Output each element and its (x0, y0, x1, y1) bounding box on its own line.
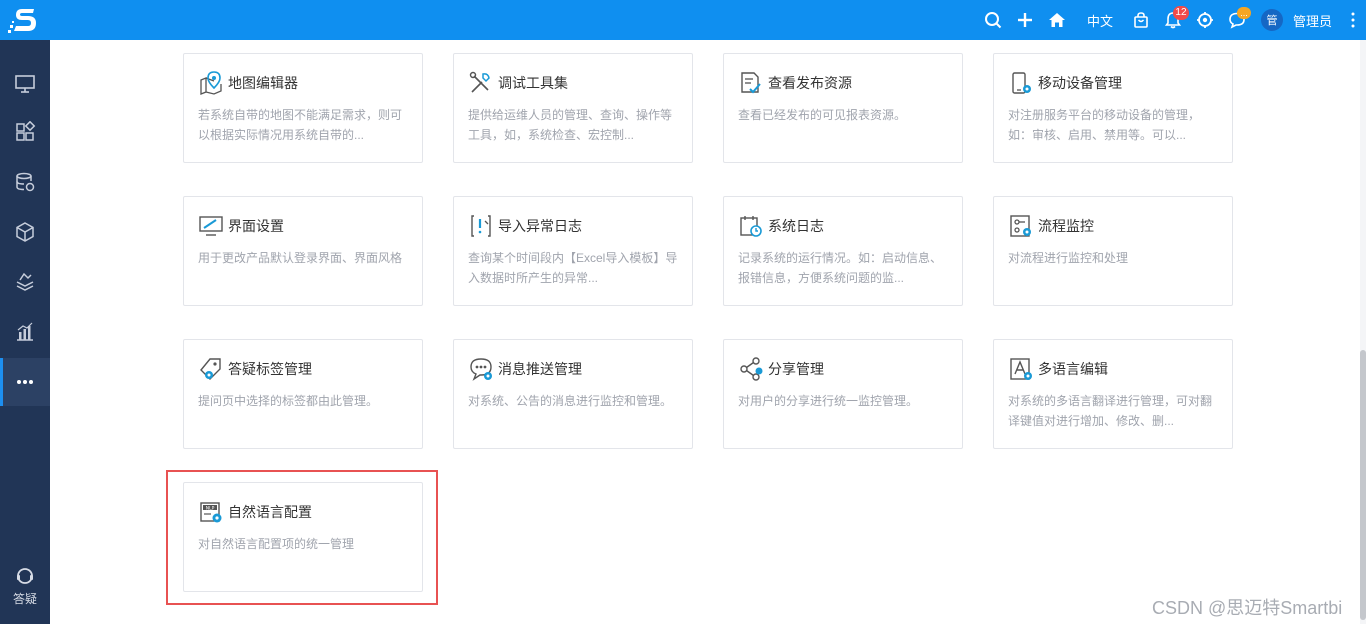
card-share[interactable]: 分享管理 对用户的分享进行统一监控管理。 (723, 339, 963, 449)
more-menu-button[interactable] (1340, 0, 1366, 40)
notification-badge: 12 (1172, 6, 1189, 20)
card-description: 提问页中选择的标签都由此管理。 (198, 394, 379, 408)
card-title: 答疑标签管理 (228, 361, 312, 377)
sidebar-item-analysis[interactable] (0, 258, 50, 306)
card-description: 对系统的多语言翻译进行管理，可对翻译键值对进行增加、修改、删... (1008, 394, 1213, 428)
layers-icon (16, 272, 34, 291)
more-icon (17, 380, 33, 384)
published-resources-icon (741, 72, 761, 94)
search-button[interactable] (977, 0, 1009, 40)
mobile-device-icon (1012, 72, 1031, 94)
help-button[interactable]: 答疑 (0, 566, 50, 607)
map-editor-icon (200, 71, 222, 95)
watermark: CSDN @思迈特Smartbi (1152, 598, 1343, 618)
card-title: 调试工具集 (498, 75, 568, 91)
app-logo[interactable] (0, 0, 50, 40)
home-button[interactable] (1041, 0, 1073, 40)
message-badge: ... (1236, 7, 1251, 19)
username[interactable]: 管理员 (1283, 11, 1340, 30)
vertical-dots-icon (1351, 12, 1355, 28)
card-description: 记录系统的运行情况。如：启动信息、报错信息，方便系统问题的监... (738, 251, 943, 285)
avatar-text: 管 (1266, 15, 1278, 27)
qa-tag-icon (200, 358, 221, 380)
card-system-log[interactable]: 系统日志 记录系统的运行情况。如：启动信息、报错信息，方便系统问题的监... (723, 196, 963, 306)
share-icon (740, 357, 763, 381)
card-title: 多语言编辑 (1038, 361, 1108, 377)
shop-button[interactable] (1125, 0, 1157, 40)
card-title: 移动设备管理 (1038, 75, 1122, 91)
card-process-monitor[interactable]: 流程监控 对流程进行监控和处理 (993, 196, 1233, 306)
cube-icon (16, 222, 34, 242)
card-map-editor[interactable]: 地图编辑器 若系统自带的地图不能满足需求，则可以根据实际情况用系统自带的... (183, 53, 423, 163)
sidebar-item-modules[interactable] (0, 108, 50, 156)
highlight-box (166, 470, 438, 605)
card-description: 查看已经发布的可见报表资源。 (738, 108, 907, 122)
modules-icon (16, 121, 36, 141)
card-description: 对系统、公告的消息进行监控和管理。 (468, 394, 673, 408)
card-mobile-device[interactable]: 移动设备管理 对注册服务平台的移动设备的管理，如：审核、启用、禁用等。可以... (993, 53, 1233, 163)
card-title: 分享管理 (768, 361, 824, 377)
card-title: 地图编辑器 (228, 75, 298, 91)
home-icon (1048, 13, 1065, 27)
card-import-error-log[interactable]: 导入异常日志 查询某个时间段内【Excel导入模板】导入数据时所产生的异常... (453, 196, 693, 306)
sidebar-item-reports[interactable] (0, 308, 50, 356)
bar-chart-icon (17, 322, 33, 341)
settings-button[interactable] (1189, 0, 1221, 40)
sidebar-item-more[interactable] (0, 358, 50, 406)
language-label: 中文 (1086, 13, 1113, 29)
card-title: 消息推送管理 (498, 361, 582, 377)
card-description: 对用户的分享进行统一监控管理。 (738, 394, 919, 408)
help-headset-icon (17, 568, 33, 584)
multilang-icon (1010, 358, 1032, 380)
card-title: 系统日志 (768, 218, 824, 234)
import-error-log-icon (471, 215, 491, 237)
smartbi-logo-icon (8, 9, 36, 33)
message-push-icon (470, 358, 492, 381)
card-multilang[interactable]: 多语言编辑 对系统的多语言翻译进行管理，可对翻译键值对进行增加、修改、删... (993, 339, 1233, 449)
card-description: 若系统自带的地图不能满足需求，则可以根据实际情况用系统自带的... (198, 108, 403, 142)
messages-button[interactable]: ... (1221, 0, 1253, 40)
plus-icon (1017, 13, 1032, 27)
scrollbar-thumb[interactable] (1360, 350, 1366, 620)
sidebar: 答疑 (0, 40, 50, 624)
card-description: 对注册服务平台的移动设备的管理，如：审核、启用、禁用等。可以... (1008, 108, 1201, 142)
card-title: 导入异常日志 (498, 218, 582, 234)
shopping-bag-icon (1134, 12, 1148, 28)
top-bar: 中文 12 ... 管 管理员 (0, 0, 1366, 40)
language-switch[interactable]: 中文 (1073, 0, 1125, 40)
help-label: 答疑 (12, 592, 37, 606)
interface-settings-icon (199, 216, 223, 236)
sidebar-item-monitor[interactable] (0, 60, 50, 108)
card-description: 用于更改产品默认登录界面、界面风格 (198, 251, 403, 265)
sidebar-item-resources[interactable] (0, 208, 50, 256)
avatar[interactable]: 管 (1260, 9, 1283, 31)
card-title: 查看发布资源 (768, 75, 852, 91)
process-monitor-icon (1010, 215, 1031, 237)
sidebar-item-data[interactable] (0, 158, 50, 206)
monitor-icon (15, 75, 35, 93)
card-description: 对流程进行监控和处理 (1008, 251, 1129, 265)
card-title: 流程监控 (1038, 218, 1094, 234)
card-debug-tools[interactable]: 调试工具集 提供给运维人员的管理、查询、操作等工具，如，系统检查、宏控制... (453, 53, 693, 163)
card-description: 查询某个时间段内【Excel导入模板】导入数据时所产生的异常... (468, 251, 678, 285)
notifications-button[interactable]: 12 (1157, 0, 1189, 40)
database-settings-icon (16, 172, 35, 192)
gear-icon (1196, 12, 1213, 28)
search-icon (984, 12, 1002, 29)
card-description: 提供给运维人员的管理、查询、操作等工具，如，系统检查、宏控制... (468, 108, 673, 142)
card-interface-settings[interactable]: 界面设置 用于更改产品默认登录界面、界面风格 (183, 196, 423, 306)
card-published-resources[interactable]: 查看发布资源 查看已经发布的可见报表资源。 (723, 53, 963, 163)
add-button[interactable] (1009, 0, 1041, 40)
system-log-icon (740, 216, 762, 237)
card-title: 界面设置 (228, 218, 284, 234)
debug-tools-icon (469, 71, 490, 93)
card-qa-tag[interactable]: 答疑标签管理 提问页中选择的标签都由此管理。 (183, 339, 423, 449)
card-message-push[interactable]: 消息推送管理 对系统、公告的消息进行监控和管理。 (453, 339, 693, 449)
